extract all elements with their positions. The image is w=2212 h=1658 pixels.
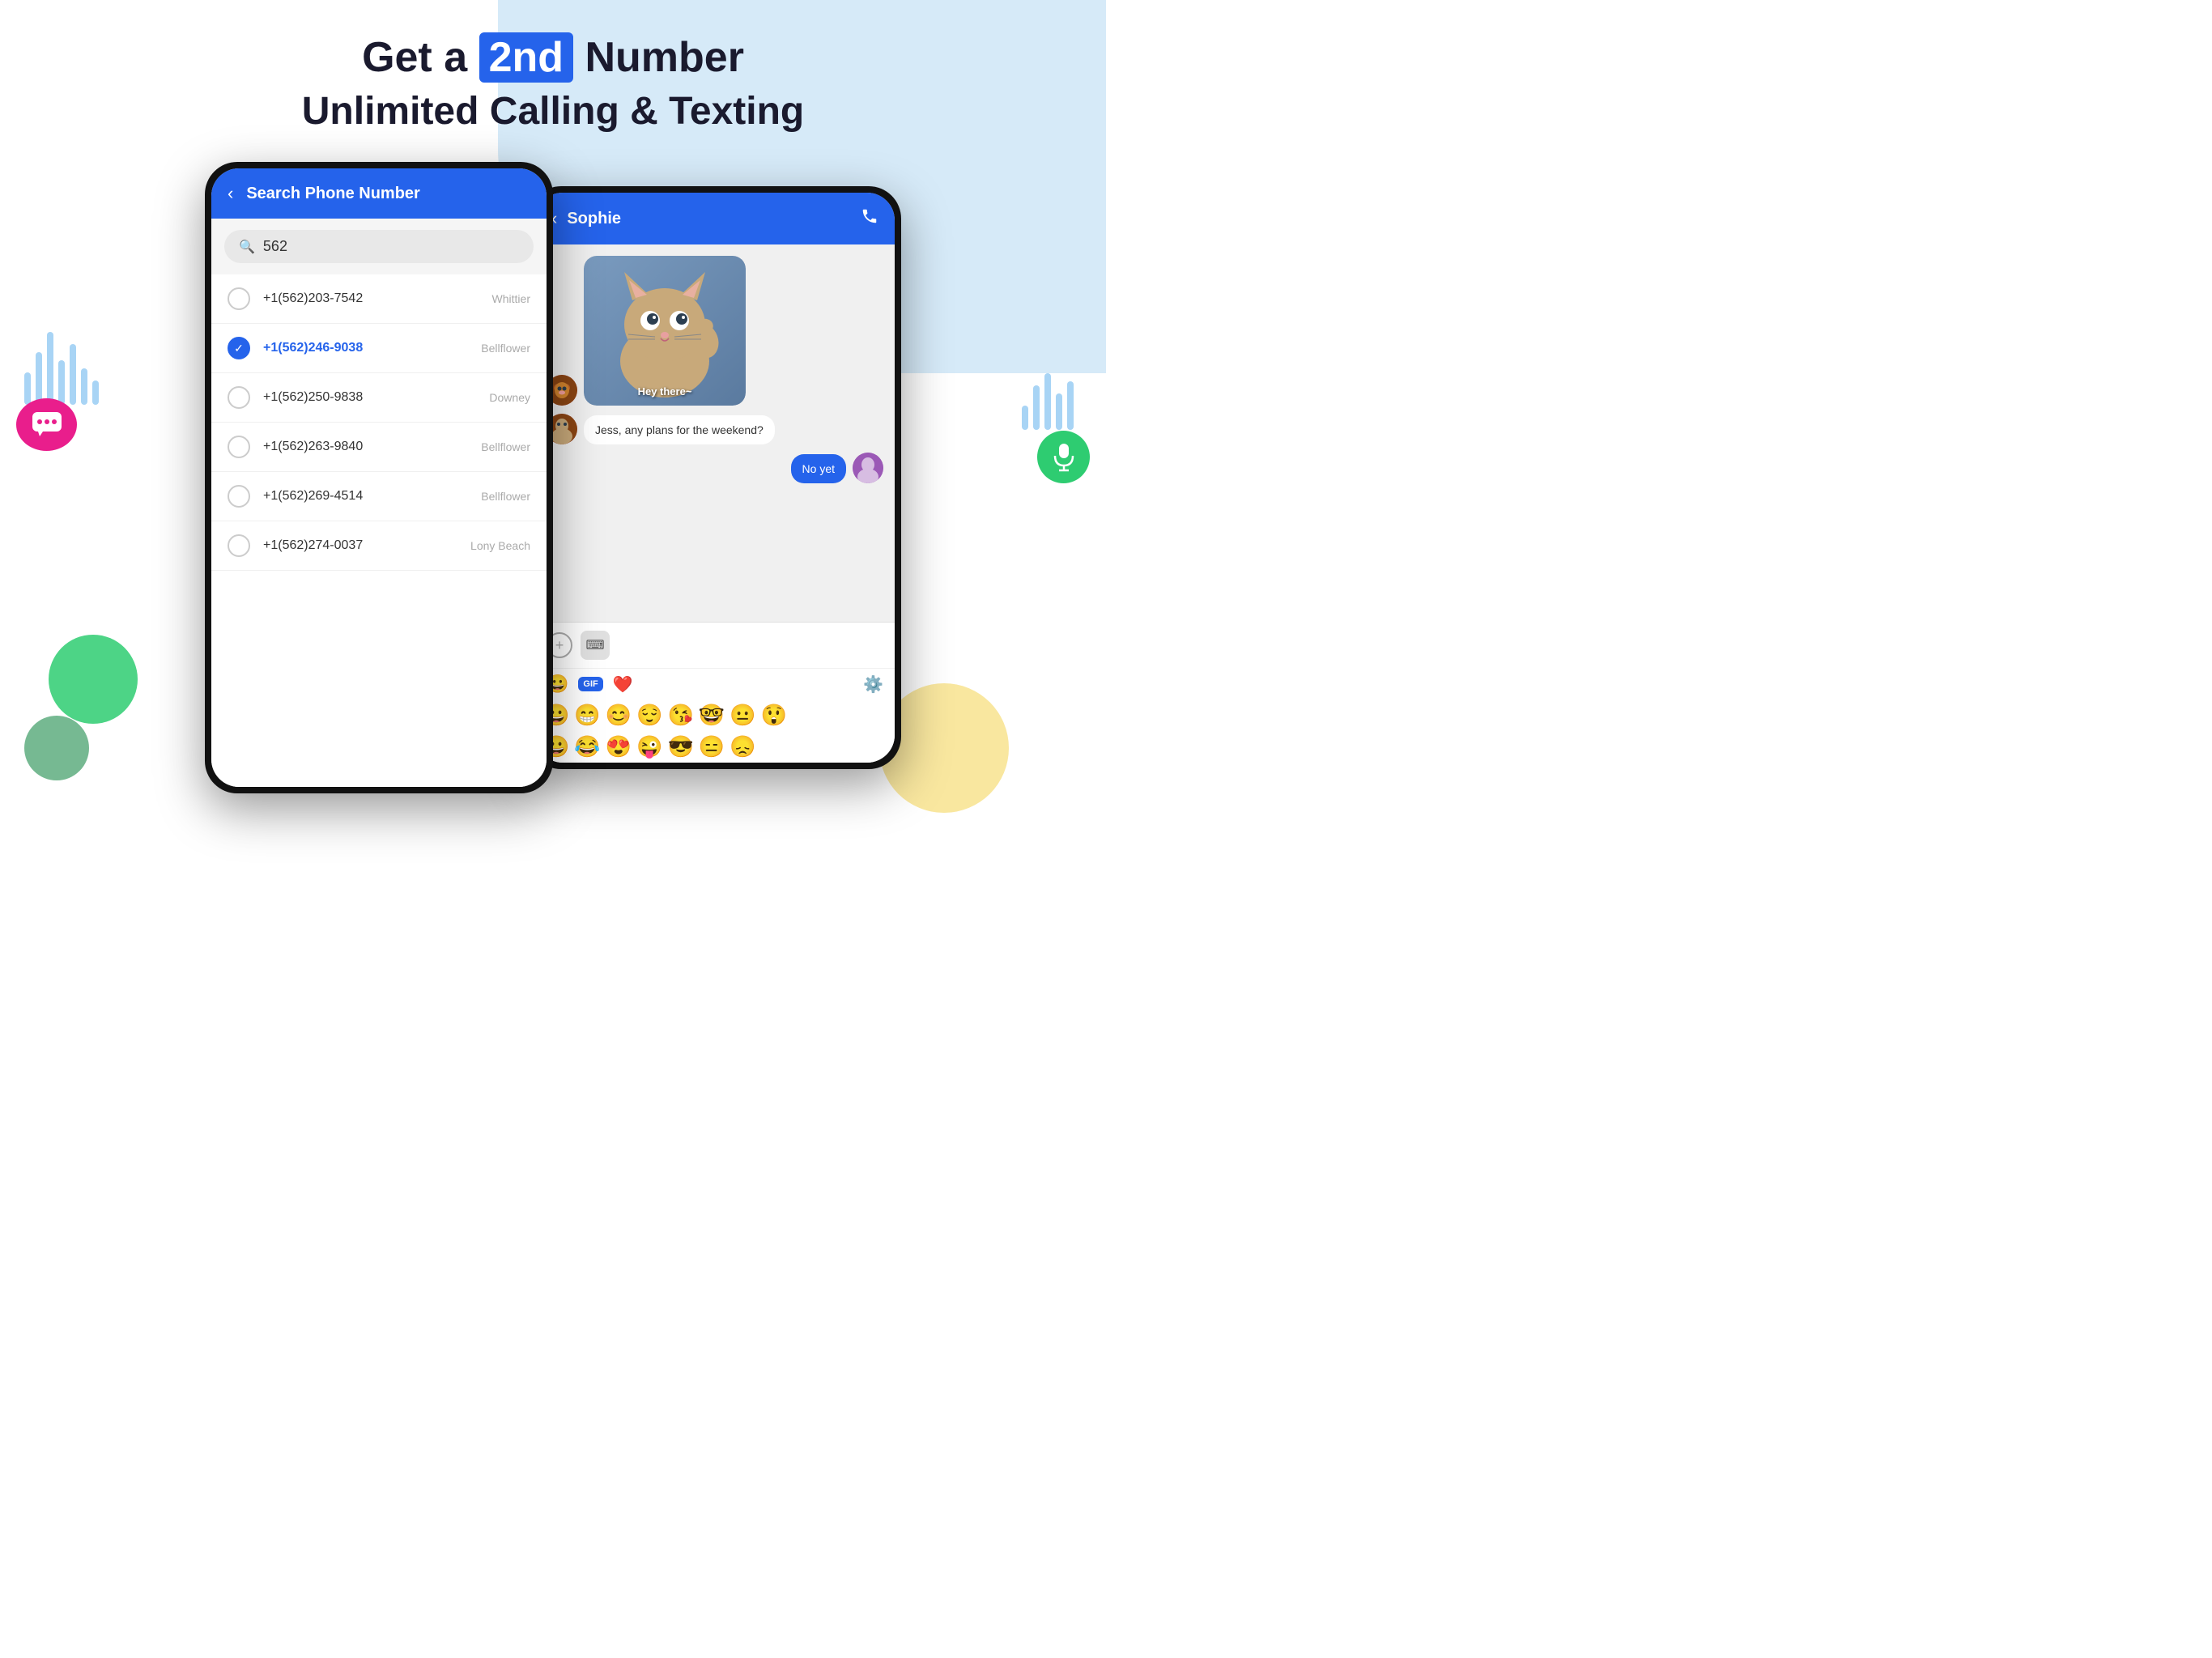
- phone-number-5: +1(562)269-4514: [263, 489, 468, 504]
- emoji-r2-3[interactable]: 😍: [606, 734, 632, 759]
- chat-header-left: ‹ Sophie: [551, 208, 621, 229]
- phone-number-6: +1(562)274-0037: [263, 538, 457, 553]
- header-subtitle: Unlimited Calling & Texting: [0, 89, 1106, 134]
- wave-bar: [47, 332, 53, 405]
- gif-button[interactable]: GIF: [578, 677, 602, 691]
- wave-bar: [92, 380, 99, 405]
- emoji-row-2: 😀 😂 😍 😜 😎 😑 😞: [535, 731, 895, 763]
- header-prefix: Get a: [362, 34, 479, 81]
- emoji-r2-7[interactable]: 😞: [730, 734, 755, 759]
- incoming-image-message: Hey there~: [547, 256, 883, 406]
- radio-unselected-1[interactable]: [228, 287, 250, 310]
- number-list: +1(562)203-7542 Whittier ✓ +1(562)246-90…: [211, 274, 547, 787]
- radio-unselected-3[interactable]: [228, 386, 250, 409]
- wave-bar: [1033, 385, 1040, 430]
- hey-there-caption: Hey there~: [638, 385, 692, 397]
- phone-number-1: +1(562)203-7542: [263, 291, 479, 306]
- outgoing-message-text: No yet: [802, 462, 835, 475]
- settings-gear-icon[interactable]: ⚙️: [863, 674, 883, 695]
- emoji-toolbar: 😀 GIF ❤️ ⚙️: [535, 668, 895, 699]
- keyboard-button[interactable]: ⌨: [581, 631, 610, 660]
- wave-bar: [70, 344, 76, 405]
- phone-header-blue: ‹ Search Phone Number: [211, 168, 547, 219]
- chat-header: ‹ Sophie: [535, 193, 895, 244]
- emoji-row-1: 😀 😁 😊 😌 😘 🤓 😐 😲: [535, 699, 895, 731]
- sound-waves-left: [24, 332, 99, 405]
- phone-left: ‹ Search Phone Number 🔍 562 +1(562)203-7…: [205, 162, 553, 793]
- city-3: Downey: [489, 391, 530, 404]
- number-row-2[interactable]: ✓ +1(562)246-9038 Bellflower: [211, 324, 547, 373]
- wave-bar: [1056, 393, 1062, 430]
- chat-bubble-icon: [16, 398, 77, 451]
- header-highlight: 2nd: [479, 32, 573, 83]
- outgoing-text-message: No yet: [547, 453, 883, 483]
- wave-bar: [24, 372, 31, 405]
- phone-number-4: +1(562)263-9840: [263, 440, 468, 454]
- incoming-text-message: Jess, any plans for the weekend?: [547, 414, 883, 444]
- radio-selected-2[interactable]: ✓: [228, 337, 250, 359]
- city-1: Whittier: [492, 292, 530, 305]
- emoji-5[interactable]: 😘: [668, 703, 694, 728]
- search-phone-title: Search Phone Number: [246, 185, 420, 203]
- city-4: Bellflower: [481, 440, 530, 453]
- city-6: Lony Beach: [470, 539, 530, 552]
- incoming-message-text: Jess, any plans for the weekend?: [595, 423, 764, 436]
- phone-number-3: +1(562)250-9838: [263, 390, 476, 405]
- phone-right: ‹ Sophie: [529, 186, 901, 769]
- emoji-r2-5[interactable]: 😎: [668, 734, 694, 759]
- chat-messages: Hey there~ Jess: [535, 244, 895, 622]
- radio-unselected-4[interactable]: [228, 436, 250, 458]
- number-row-3[interactable]: +1(562)250-9838 Downey: [211, 373, 547, 423]
- emoji-7[interactable]: 😐: [730, 703, 755, 728]
- emoji-3[interactable]: 😊: [606, 703, 632, 728]
- emoji-r2-4[interactable]: 😜: [636, 734, 662, 759]
- outgoing-bubble: No yet: [791, 454, 846, 483]
- incoming-bubble: Jess, any plans for the weekend?: [584, 415, 775, 444]
- search-icon: 🔍: [239, 239, 255, 255]
- emoji-8[interactable]: 😲: [761, 703, 787, 728]
- chat-contact-name: Sophie: [567, 210, 621, 228]
- wave-bar: [36, 352, 42, 405]
- sound-waves-right: [1022, 373, 1074, 430]
- emoji-r2-6[interactable]: 😑: [699, 734, 725, 759]
- header-section: Get a 2nd Number Unlimited Calling & Tex…: [0, 32, 1106, 134]
- cat-image-bubble: Hey there~: [584, 256, 746, 406]
- chat-input-area: + ⌨ 😀 GIF ❤️ ⚙️ 😀 😁 😊 😌 😘 🤓 😐: [535, 622, 895, 763]
- number-row-6[interactable]: +1(562)274-0037 Lony Beach: [211, 521, 547, 571]
- search-bar[interactable]: 🔍 562: [224, 230, 534, 263]
- search-input-value[interactable]: 562: [263, 238, 287, 255]
- emoji-6[interactable]: 🤓: [699, 703, 725, 728]
- chat-input-row: + ⌨: [535, 623, 895, 668]
- emoji-r2-2[interactable]: 😂: [574, 734, 600, 759]
- heart-emoji[interactable]: ❤️: [613, 674, 633, 695]
- mic-icon-circle: [1037, 431, 1090, 483]
- back-arrow-icon[interactable]: ‹: [228, 183, 233, 204]
- emoji-2[interactable]: 😁: [574, 703, 600, 728]
- phone-call-icon[interactable]: [861, 207, 878, 230]
- search-bar-container: 🔍 562: [211, 219, 547, 274]
- number-row-4[interactable]: +1(562)263-9840 Bellflower: [211, 423, 547, 472]
- bg-circle-dark-green: [24, 716, 89, 780]
- wave-bar: [58, 360, 65, 405]
- emoji-4[interactable]: 😌: [636, 703, 662, 728]
- wave-bar: [1044, 373, 1051, 430]
- phone-screen-right: ‹ Sophie: [535, 193, 895, 763]
- city-2: Bellflower: [481, 342, 530, 355]
- wave-bar: [81, 368, 87, 405]
- user-avatar: [853, 453, 883, 483]
- header-suffix: Number: [573, 34, 744, 81]
- city-5: Bellflower: [481, 490, 530, 503]
- number-row-5[interactable]: +1(562)269-4514 Bellflower: [211, 472, 547, 521]
- radio-unselected-6[interactable]: [228, 534, 250, 557]
- wave-bar: [1022, 406, 1028, 430]
- phone-screen-left: ‹ Search Phone Number 🔍 562 +1(562)203-7…: [211, 168, 547, 787]
- radio-unselected-5[interactable]: [228, 485, 250, 508]
- phones-container: ‹ Search Phone Number 🔍 562 +1(562)203-7…: [108, 162, 998, 793]
- wave-bar: [1067, 381, 1074, 430]
- number-row-1[interactable]: +1(562)203-7542 Whittier: [211, 274, 547, 324]
- phone-number-2: +1(562)246-9038: [263, 341, 468, 355]
- header-title: Get a 2nd Number: [0, 32, 1106, 83]
